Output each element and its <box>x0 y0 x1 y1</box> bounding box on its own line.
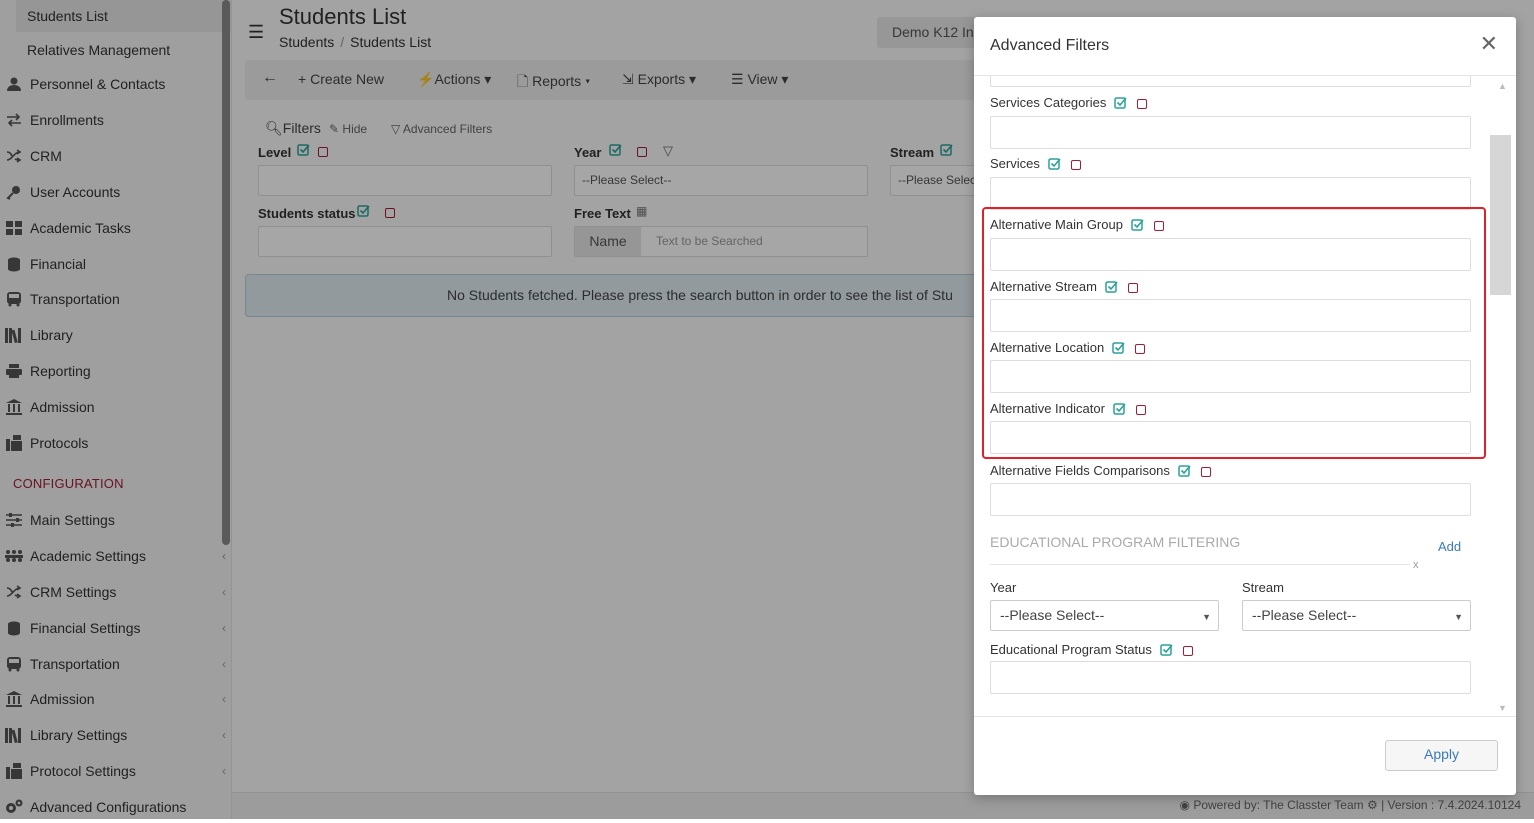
clear-icon[interactable] <box>1200 466 1211 477</box>
stream-select[interactable]: --Please Select-- ▼ <box>1242 600 1471 631</box>
year-select[interactable]: --Please Select-- ▼ <box>990 600 1219 631</box>
year-label: Year <box>990 580 1017 595</box>
services-categories-field[interactable] <box>990 116 1471 149</box>
field-label: Services <box>990 156 1081 173</box>
filter-field[interactable] <box>990 76 1471 87</box>
check-all-icon[interactable] <box>1160 643 1173 659</box>
highlight-box <box>982 207 1486 459</box>
alternative-fields-comparisons-field[interactable] <box>990 483 1471 516</box>
caret-down-icon: ▼ <box>1202 612 1211 622</box>
check-all-icon[interactable] <box>1178 464 1191 480</box>
modal-title: Advanced Filters <box>990 37 1110 54</box>
check-all-icon[interactable] <box>1114 96 1127 112</box>
apply-button[interactable]: Apply <box>1385 740 1498 771</box>
clear-icon[interactable] <box>1182 645 1193 656</box>
remove-x-button[interactable]: x <box>1413 559 1419 571</box>
educational-program-status-field[interactable] <box>990 661 1471 694</box>
close-icon[interactable]: ✕ <box>1480 31 1498 57</box>
scrollbar-thumb[interactable] <box>1490 135 1511 295</box>
add-link[interactable]: Add <box>1438 539 1461 554</box>
check-all-icon[interactable] <box>1048 157 1061 173</box>
clear-icon[interactable] <box>1070 159 1081 170</box>
section-divider <box>990 564 1410 565</box>
field-label: Alternative Fields Comparisons <box>990 463 1211 480</box>
caret-down-icon: ▼ <box>1454 612 1463 622</box>
scroll-up-icon[interactable]: ▲ <box>1498 81 1507 91</box>
stream-label: Stream <box>1242 580 1284 595</box>
modal-scrollbar[interactable]: ▲ ▼ <box>1490 75 1516 715</box>
services-field[interactable] <box>990 177 1471 210</box>
clear-icon[interactable] <box>1137 98 1148 109</box>
field-label: Services Categories <box>990 95 1148 112</box>
scroll-down-icon[interactable]: ▼ <box>1498 703 1507 713</box>
edu-program-section-title: EDUCATIONAL PROGRAM FILTERING <box>990 534 1241 550</box>
field-label: Educational Program Status <box>990 642 1193 659</box>
